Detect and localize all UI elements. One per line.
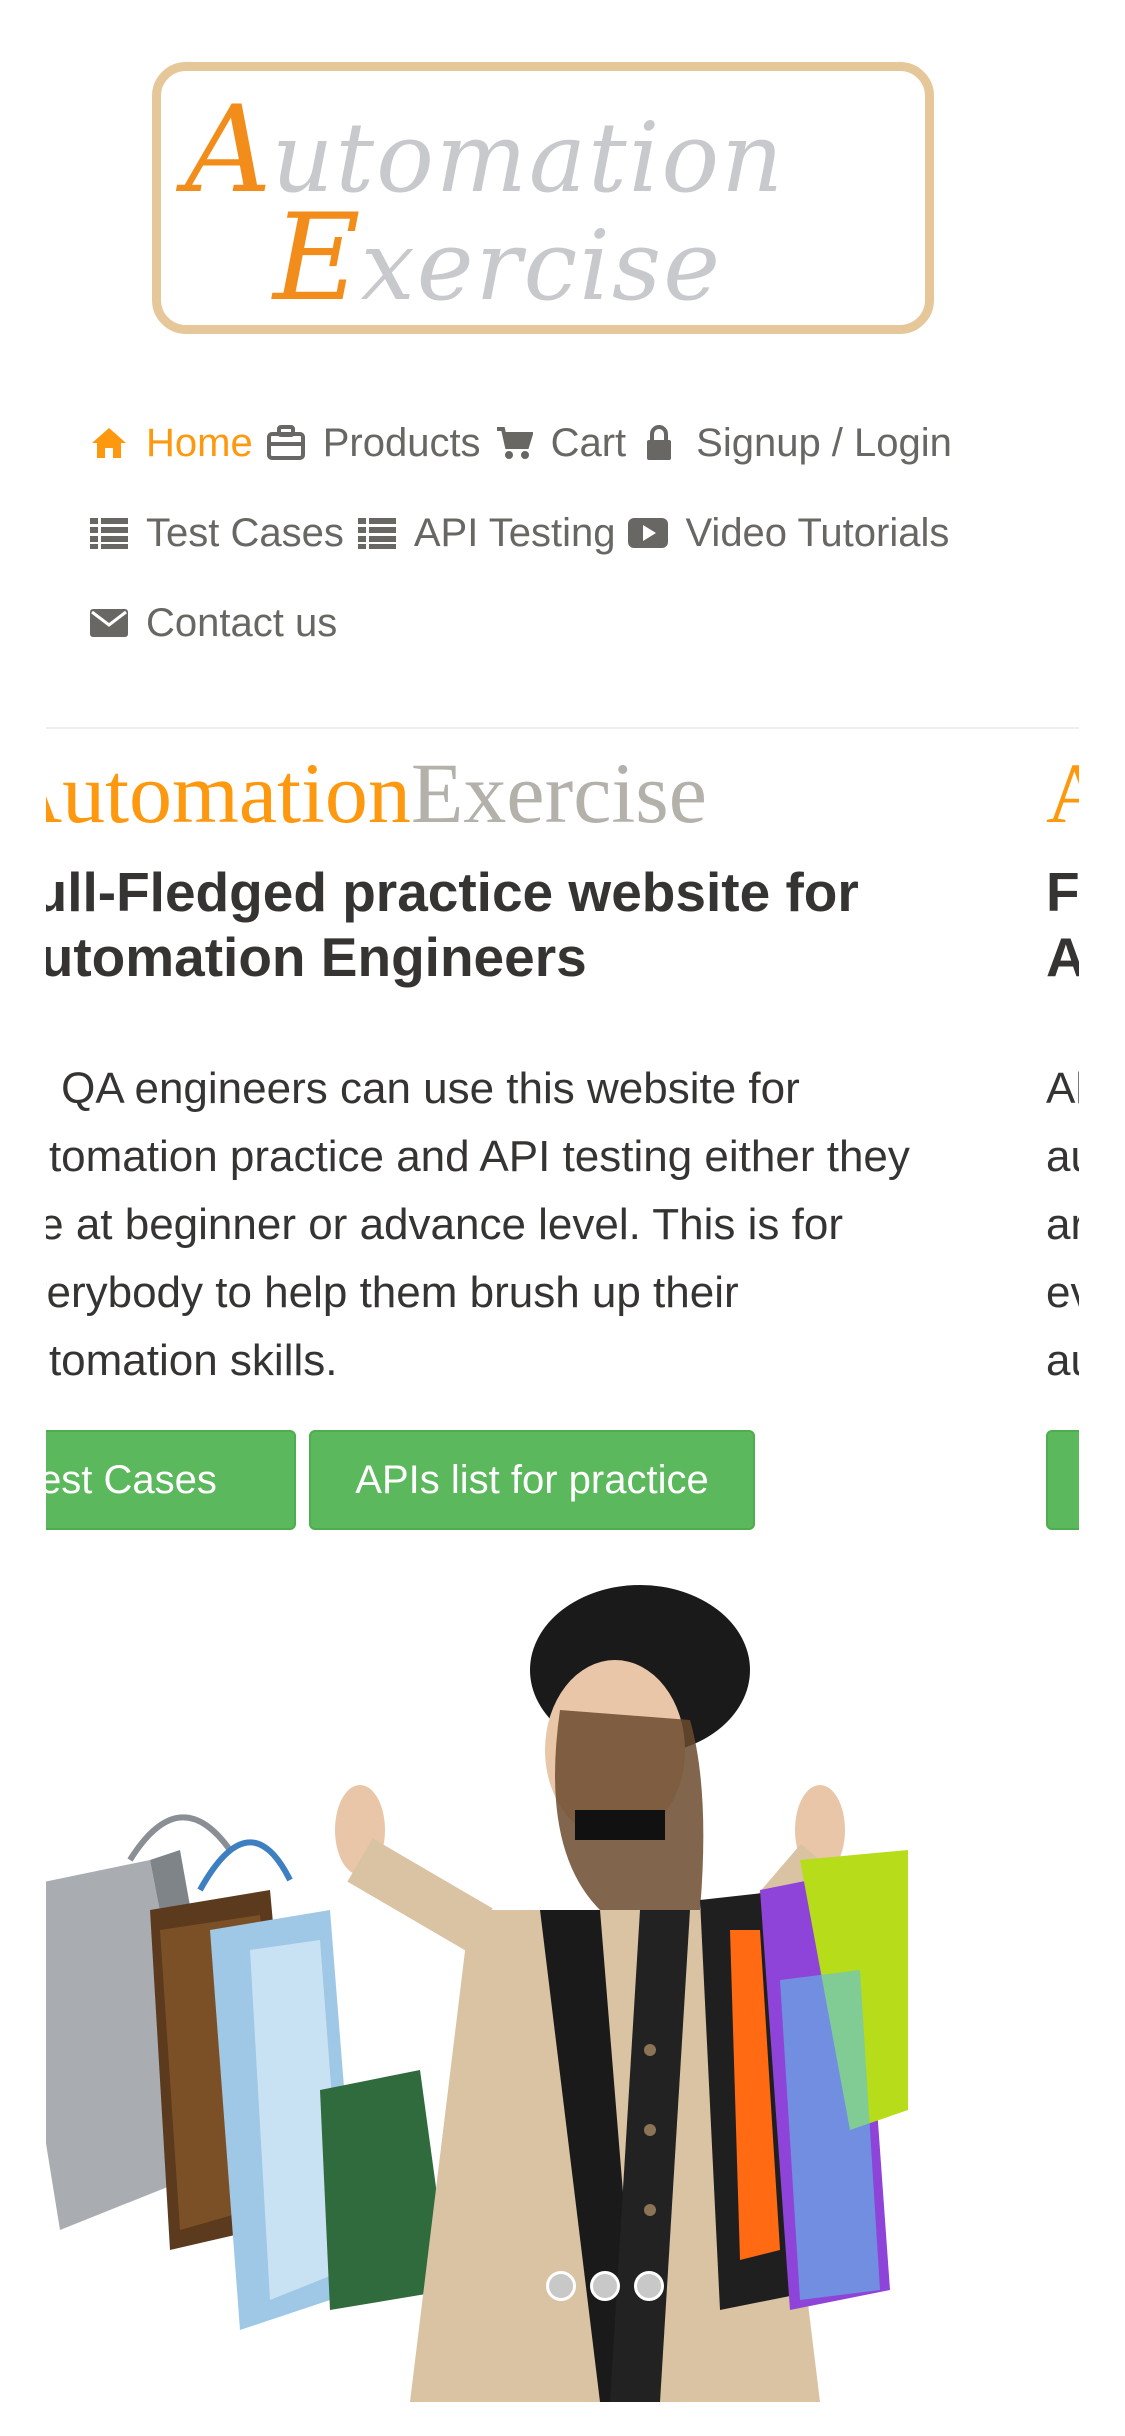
nav-row-3: Contact us [88, 578, 1048, 668]
next-slide-brand: Automation [1046, 750, 1079, 836]
logo-line-2: Exercise [273, 199, 722, 319]
list-icon [356, 512, 398, 554]
next-slide-brand-automation: Automation [1046, 745, 1079, 841]
header-divider [46, 727, 1079, 729]
envelope-icon [88, 602, 130, 644]
slide-brand-automation: Automation [46, 745, 411, 841]
site-logo[interactable]: Automation Exercise [152, 62, 934, 334]
nav-label-signup-login: Signup / Login [696, 420, 952, 465]
logo-rest-2: xercise [360, 210, 722, 322]
slide-brand-exercise: Exercise [410, 745, 707, 841]
next-slide-description: All QA engineers can use this website fo… [1046, 1064, 1079, 1385]
youtube-play-icon [627, 512, 669, 554]
nav-item-home[interactable]: Home [88, 421, 253, 466]
carousel-indicator-1[interactable] [546, 2271, 576, 2301]
next-test-cases-button[interactable]: Test Cases [1046, 1430, 1079, 1530]
nav-item-products[interactable]: Products [265, 421, 481, 466]
slide-headline: Full-Fledged practice website for Automa… [46, 861, 859, 988]
slider-carousel[interactable]: AutomationExercise Full-Fledged practice… [46, 730, 1079, 2402]
nav-label-api-testing: API Testing [413, 510, 616, 555]
carousel-slide-next: Automation Full-Fledged practice website… [1046, 730, 1079, 2402]
logo-cap-e: E [273, 189, 361, 328]
cart-icon [493, 422, 535, 464]
briefcase-icon [265, 422, 307, 464]
test-cases-button[interactable]: Test Cases [46, 1430, 296, 1530]
list-icon [88, 512, 130, 554]
nav-item-api-testing[interactable]: API Testing [356, 510, 616, 556]
nav-label-contact-us: Contact us [146, 600, 338, 645]
nav-label-products: Products [322, 420, 481, 465]
main-nav: Home Products Cart Signup / Login Test C… [88, 398, 1048, 668]
logo-cap-a: A [185, 81, 272, 220]
nav-item-test-cases[interactable]: Test Cases [88, 511, 344, 556]
nav-row-1: Home Products Cart Signup / Login [88, 398, 1048, 488]
next-slide-headline: Full-Fledged practice website for Automa… [1046, 861, 1079, 988]
nav-item-video-tutorials[interactable]: Video Tutorials [627, 511, 949, 556]
slide-brand: AutomationExercise [46, 750, 707, 836]
nav-item-cart[interactable]: Cart [493, 420, 627, 466]
slide-description: All QA engineers can use this website fo… [46, 1064, 910, 1385]
nav-label-home: Home [146, 420, 253, 465]
home-icon [88, 422, 130, 464]
nav-label-cart: Cart [550, 420, 627, 465]
shopping-bags-right [700, 1850, 908, 2310]
nav-label-test-cases: Test Cases [146, 510, 344, 555]
carousel-indicator-3[interactable] [634, 2271, 664, 2301]
carousel-indicator-2[interactable] [590, 2271, 620, 2301]
nav-item-contact-us[interactable]: Contact us [88, 601, 337, 646]
nav-label-video-tutorials: Video Tutorials [685, 510, 950, 555]
carousel-slide-active: AutomationExercise Full-Fledged practice… [46, 730, 970, 2402]
lock-icon [638, 422, 680, 464]
apis-list-button[interactable]: APIs list for practice [309, 1430, 755, 1530]
nav-item-signup-login[interactable]: Signup / Login [638, 421, 952, 466]
nav-row-2: Test Cases API Testing Video Tutorials [88, 488, 1048, 578]
carousel-indicators [46, 2271, 1079, 2301]
